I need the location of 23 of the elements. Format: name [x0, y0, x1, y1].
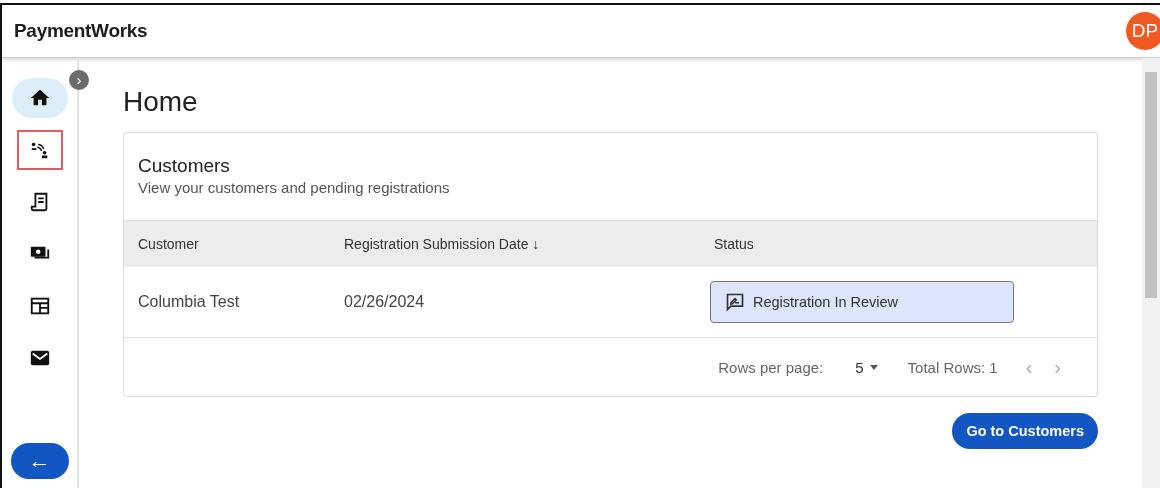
sidebar-item[interactable] — [16, 130, 63, 170]
sidebar-item[interactable] — [11, 78, 68, 118]
caret-icon — [869, 364, 878, 370]
column-header[interactable]: Registration Submission Date ↓ — [344, 236, 714, 252]
rows-per-page-label: Rows per page: — [718, 358, 824, 376]
column-header[interactable]: Status — [714, 236, 1097, 252]
expand-button[interactable]: › — [69, 70, 89, 90]
logo: PaymentWorks — [14, 20, 148, 42]
card-title: Customers — [137, 154, 231, 178]
comment-edit-icon — [725, 292, 745, 312]
total-rows: Total Rows: 1 — [907, 358, 998, 376]
card-subtitle: View your customers and pending registrations — [137, 179, 451, 198]
scrollbar[interactable] — [1142, 58, 1160, 488]
status-button[interactable]: Registration In Review — [710, 281, 1014, 323]
page-title: Home — [123, 86, 199, 118]
go-to-customers-button[interactable]: Go to Customers — [952, 413, 1098, 449]
user-avatar[interactable]: DP — [1126, 12, 1160, 50]
table-cell-text: Columbia Test — [138, 293, 241, 311]
table-cell-text: 02/26/2024 — [344, 293, 426, 311]
rows-per-page-select[interactable]: 5 — [855, 358, 878, 376]
column-header[interactable]: Customer — [138, 236, 344, 252]
back-button[interactable]: ← — [10, 443, 69, 479]
table-icon — [28, 295, 51, 317]
